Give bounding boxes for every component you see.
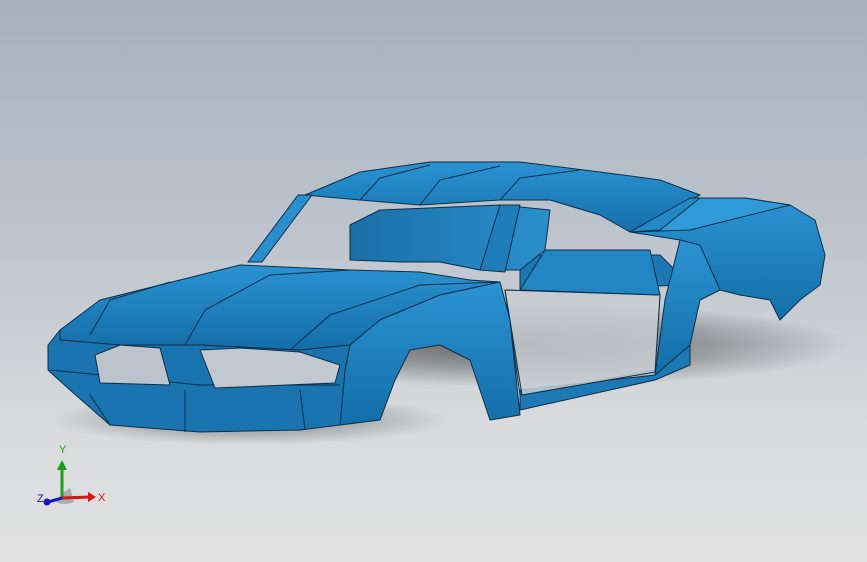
z-axis-tip [43, 498, 51, 506]
triad-cone [56, 488, 74, 504]
rear-cabin-side [519, 249, 661, 296]
y-axis-arrow [57, 460, 67, 470]
y-axis-label: Y [59, 444, 67, 456]
grille-opening-left [94, 344, 171, 386]
z-axis-label: Z [37, 493, 44, 505]
car-body [47, 161, 826, 433]
graphics-viewport[interactable]: Y X Z [0, 0, 867, 562]
coordinate-triad: Y X Z [37, 444, 106, 506]
x-axis-label: X [98, 492, 106, 504]
a-pillar [247, 194, 313, 263]
cabin-bulkhead [349, 204, 551, 271]
x-axis-arrow [88, 492, 96, 502]
x-axis-line [61, 495, 91, 500]
car-body-model[interactable] [0, 0, 867, 562]
